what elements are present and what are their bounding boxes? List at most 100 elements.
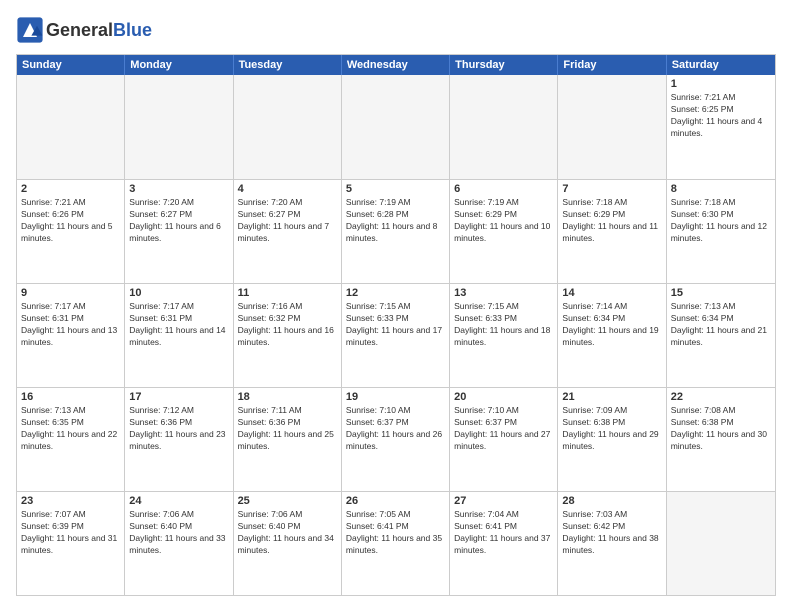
- day-number: 21: [562, 391, 661, 403]
- calendar-row-1: 2 Sunrise: 7:21 AMSunset: 6:26 PMDaylight…: [17, 179, 775, 283]
- day-info: Sunrise: 7:12 AMSunset: 6:36 PMDaylight:…: [129, 405, 228, 453]
- calendar-cell: 19 Sunrise: 7:10 AMSunset: 6:37 PMDayligh…: [342, 388, 450, 491]
- day-number: 12: [346, 287, 445, 299]
- day-number: 17: [129, 391, 228, 403]
- calendar-cell: 17 Sunrise: 7:12 AMSunset: 6:36 PMDayligh…: [125, 388, 233, 491]
- day-info: Sunrise: 7:20 AMSunset: 6:27 PMDaylight:…: [238, 197, 337, 245]
- calendar-cell: 1 Sunrise: 7:21 AMSunset: 6:25 PMDaylight…: [667, 75, 775, 179]
- weekday-header-thursday: Thursday: [450, 55, 558, 75]
- calendar-cell: 4 Sunrise: 7:20 AMSunset: 6:27 PMDaylight…: [234, 180, 342, 283]
- day-info: Sunrise: 7:15 AMSunset: 6:33 PMDaylight:…: [454, 301, 553, 349]
- calendar-cell: 2 Sunrise: 7:21 AMSunset: 6:26 PMDaylight…: [17, 180, 125, 283]
- calendar-cell: [234, 75, 342, 179]
- day-number: 25: [238, 495, 337, 507]
- day-number: 3: [129, 183, 228, 195]
- day-info: Sunrise: 7:19 AMSunset: 6:29 PMDaylight:…: [454, 197, 553, 245]
- calendar-cell: 6Sunrise: 7:19 AMSunset: 6:29 PMDaylight…: [450, 180, 558, 283]
- day-info: Sunrise: 7:10 AMSunset: 6:37 PMDaylight:…: [346, 405, 445, 453]
- day-number: 22: [671, 391, 771, 403]
- day-info: Sunrise: 7:14 AMSunset: 6:34 PMDaylight:…: [562, 301, 661, 349]
- calendar-cell: 11 Sunrise: 7:16 AMSunset: 6:32 PMDayligh…: [234, 284, 342, 387]
- calendar-cell: [125, 75, 233, 179]
- day-info: Sunrise: 7:18 AMSunset: 6:29 PMDaylight:…: [562, 197, 661, 245]
- day-info: Sunrise: 7:04 AMSunset: 6:41 PMDaylight:…: [454, 509, 553, 557]
- day-number: 11: [238, 287, 337, 299]
- day-number: 20: [454, 391, 553, 403]
- calendar-cell: 8Sunrise: 7:18 AMSunset: 6:30 PMDaylight…: [667, 180, 775, 283]
- calendar-cell: 5Sunrise: 7:19 AMSunset: 6:28 PMDaylight…: [342, 180, 450, 283]
- day-number: 26: [346, 495, 445, 507]
- day-info: Sunrise: 7:05 AMSunset: 6:41 PMDaylight:…: [346, 509, 445, 557]
- calendar-cell: 25 Sunrise: 7:06 AMSunset: 6:40 PMDayligh…: [234, 492, 342, 595]
- calendar-row-4: 23 Sunrise: 7:07 AMSunset: 6:39 PMDayligh…: [17, 491, 775, 595]
- day-number: 5: [346, 183, 445, 195]
- day-number: 4: [238, 183, 337, 195]
- day-info: Sunrise: 7:13 AMSunset: 6:34 PMDaylight:…: [671, 301, 771, 349]
- day-number: 16: [21, 391, 120, 403]
- calendar-cell: [17, 75, 125, 179]
- calendar-cell: 10 Sunrise: 7:17 AMSunset: 6:31 PMDayligh…: [125, 284, 233, 387]
- day-info: Sunrise: 7:06 AMSunset: 6:40 PMDaylight:…: [129, 509, 228, 557]
- day-number: 19: [346, 391, 445, 403]
- weekday-header-friday: Friday: [558, 55, 666, 75]
- calendar-cell: 23 Sunrise: 7:07 AMSunset: 6:39 PMDayligh…: [17, 492, 125, 595]
- day-number: 8: [671, 183, 771, 195]
- weekday-header-saturday: Saturday: [667, 55, 775, 75]
- calendar-cell: 7 Sunrise: 7:18 AMSunset: 6:29 PMDaylight…: [558, 180, 666, 283]
- logo-icon: [16, 16, 44, 44]
- calendar-cell: 3 Sunrise: 7:20 AMSunset: 6:27 PMDaylight…: [125, 180, 233, 283]
- day-number: 9: [21, 287, 120, 299]
- day-number: 14: [562, 287, 661, 299]
- day-number: 2: [21, 183, 120, 195]
- day-number: 18: [238, 391, 337, 403]
- calendar-row-2: 9 Sunrise: 7:17 AMSunset: 6:31 PMDaylight…: [17, 283, 775, 387]
- calendar-body: 1 Sunrise: 7:21 AMSunset: 6:25 PMDaylight…: [17, 75, 775, 595]
- calendar-cell: 27Sunrise: 7:04 AMSunset: 6:41 PMDayligh…: [450, 492, 558, 595]
- day-number: 23: [21, 495, 120, 507]
- calendar-row-3: 16 Sunrise: 7:13 AMSunset: 6:35 PMDayligh…: [17, 387, 775, 491]
- day-number: 28: [562, 495, 661, 507]
- day-info: Sunrise: 7:20 AMSunset: 6:27 PMDaylight:…: [129, 197, 228, 245]
- calendar-cell: 26 Sunrise: 7:05 AMSunset: 6:41 PMDayligh…: [342, 492, 450, 595]
- page: GeneralBlue SundayMondayTuesdayWednesday…: [0, 0, 792, 612]
- calendar-cell: 15 Sunrise: 7:13 AMSunset: 6:34 PMDayligh…: [667, 284, 775, 387]
- day-info: Sunrise: 7:15 AMSunset: 6:33 PMDaylight:…: [346, 301, 445, 349]
- day-info: Sunrise: 7:10 AMSunset: 6:37 PMDaylight:…: [454, 405, 553, 453]
- calendar-cell: 16 Sunrise: 7:13 AMSunset: 6:35 PMDayligh…: [17, 388, 125, 491]
- header: GeneralBlue: [16, 16, 776, 44]
- calendar-header: SundayMondayTuesdayWednesdayThursdayFrid…: [17, 55, 775, 75]
- calendar-cell: 9 Sunrise: 7:17 AMSunset: 6:31 PMDaylight…: [17, 284, 125, 387]
- day-info: Sunrise: 7:03 AMSunset: 6:42 PMDaylight:…: [562, 509, 661, 557]
- calendar-cell: 24 Sunrise: 7:06 AMSunset: 6:40 PMDayligh…: [125, 492, 233, 595]
- logo-text: GeneralBlue: [46, 20, 152, 41]
- calendar-cell: 18Sunrise: 7:11 AMSunset: 6:36 PMDayligh…: [234, 388, 342, 491]
- day-info: Sunrise: 7:07 AMSunset: 6:39 PMDaylight:…: [21, 509, 120, 557]
- day-number: 7: [562, 183, 661, 195]
- calendar-cell: 14 Sunrise: 7:14 AMSunset: 6:34 PMDayligh…: [558, 284, 666, 387]
- day-info: Sunrise: 7:08 AMSunset: 6:38 PMDaylight:…: [671, 405, 771, 453]
- day-info: Sunrise: 7:16 AMSunset: 6:32 PMDaylight:…: [238, 301, 337, 349]
- day-info: Sunrise: 7:06 AMSunset: 6:40 PMDaylight:…: [238, 509, 337, 557]
- day-info: Sunrise: 7:21 AMSunset: 6:26 PMDaylight:…: [21, 197, 120, 245]
- day-info: Sunrise: 7:09 AMSunset: 6:38 PMDaylight:…: [562, 405, 661, 453]
- day-number: 1: [671, 78, 771, 90]
- day-info: Sunrise: 7:13 AMSunset: 6:35 PMDaylight:…: [21, 405, 120, 453]
- day-number: 15: [671, 287, 771, 299]
- calendar-cell: [450, 75, 558, 179]
- logo: GeneralBlue: [16, 16, 152, 44]
- day-info: Sunrise: 7:21 AMSunset: 6:25 PMDaylight:…: [671, 92, 771, 140]
- calendar-cell: 22 Sunrise: 7:08 AMSunset: 6:38 PMDayligh…: [667, 388, 775, 491]
- calendar-cell: 13Sunrise: 7:15 AMSunset: 6:33 PMDayligh…: [450, 284, 558, 387]
- calendar-cell: 20 Sunrise: 7:10 AMSunset: 6:37 PMDayligh…: [450, 388, 558, 491]
- day-info: Sunrise: 7:17 AMSunset: 6:31 PMDaylight:…: [129, 301, 228, 349]
- weekday-header-tuesday: Tuesday: [234, 55, 342, 75]
- calendar-cell: [558, 75, 666, 179]
- day-number: 24: [129, 495, 228, 507]
- calendar-row-0: 1 Sunrise: 7:21 AMSunset: 6:25 PMDaylight…: [17, 75, 775, 179]
- calendar-cell: 12 Sunrise: 7:15 AMSunset: 6:33 PMDayligh…: [342, 284, 450, 387]
- calendar: SundayMondayTuesdayWednesdayThursdayFrid…: [16, 54, 776, 596]
- calendar-cell: 21 Sunrise: 7:09 AMSunset: 6:38 PMDayligh…: [558, 388, 666, 491]
- weekday-header-sunday: Sunday: [17, 55, 125, 75]
- day-number: 10: [129, 287, 228, 299]
- day-info: Sunrise: 7:17 AMSunset: 6:31 PMDaylight:…: [21, 301, 120, 349]
